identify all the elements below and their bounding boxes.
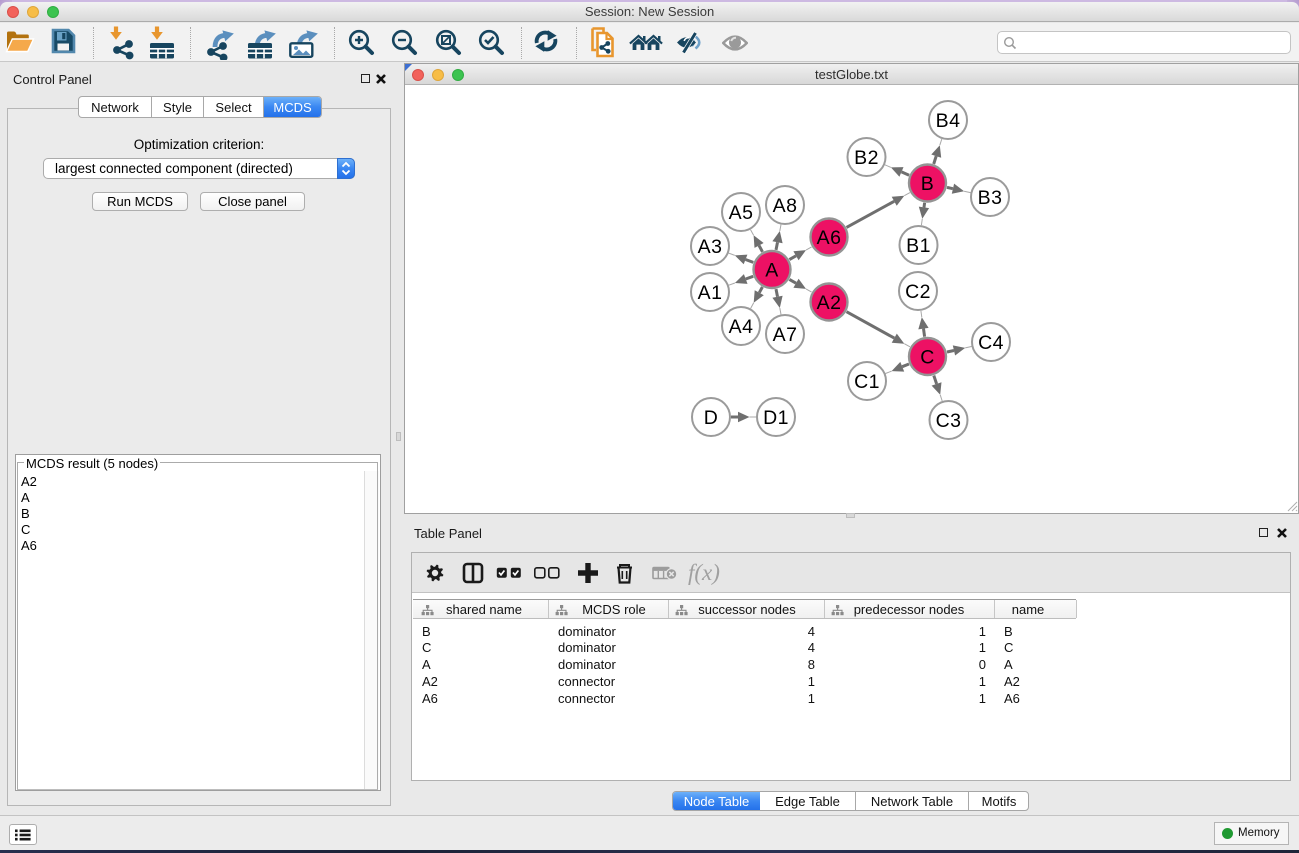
svg-text:A8: A8 (773, 195, 798, 217)
svg-text:B3: B3 (978, 187, 1003, 209)
svg-text:C4: C4 (978, 332, 1004, 354)
svg-text:A1: A1 (698, 282, 723, 304)
svg-text:B1: B1 (906, 235, 931, 257)
svg-text:B: B (921, 173, 934, 195)
svg-text:C1: C1 (854, 371, 880, 393)
svg-text:A: A (765, 259, 778, 281)
svg-text:C2: C2 (905, 281, 931, 303)
svg-text:A3: A3 (698, 236, 723, 258)
svg-text:D: D (704, 407, 718, 429)
svg-text:D1: D1 (763, 407, 789, 429)
svg-text:A4: A4 (729, 316, 754, 338)
svg-text:C: C (920, 346, 934, 368)
svg-text:B2: B2 (854, 147, 879, 169)
svg-text:A2: A2 (817, 292, 842, 314)
svg-text:A5: A5 (729, 202, 754, 224)
svg-text:A6: A6 (817, 227, 842, 249)
svg-text:B4: B4 (936, 110, 961, 132)
svg-text:C3: C3 (936, 410, 962, 432)
svg-text:A7: A7 (773, 324, 798, 346)
